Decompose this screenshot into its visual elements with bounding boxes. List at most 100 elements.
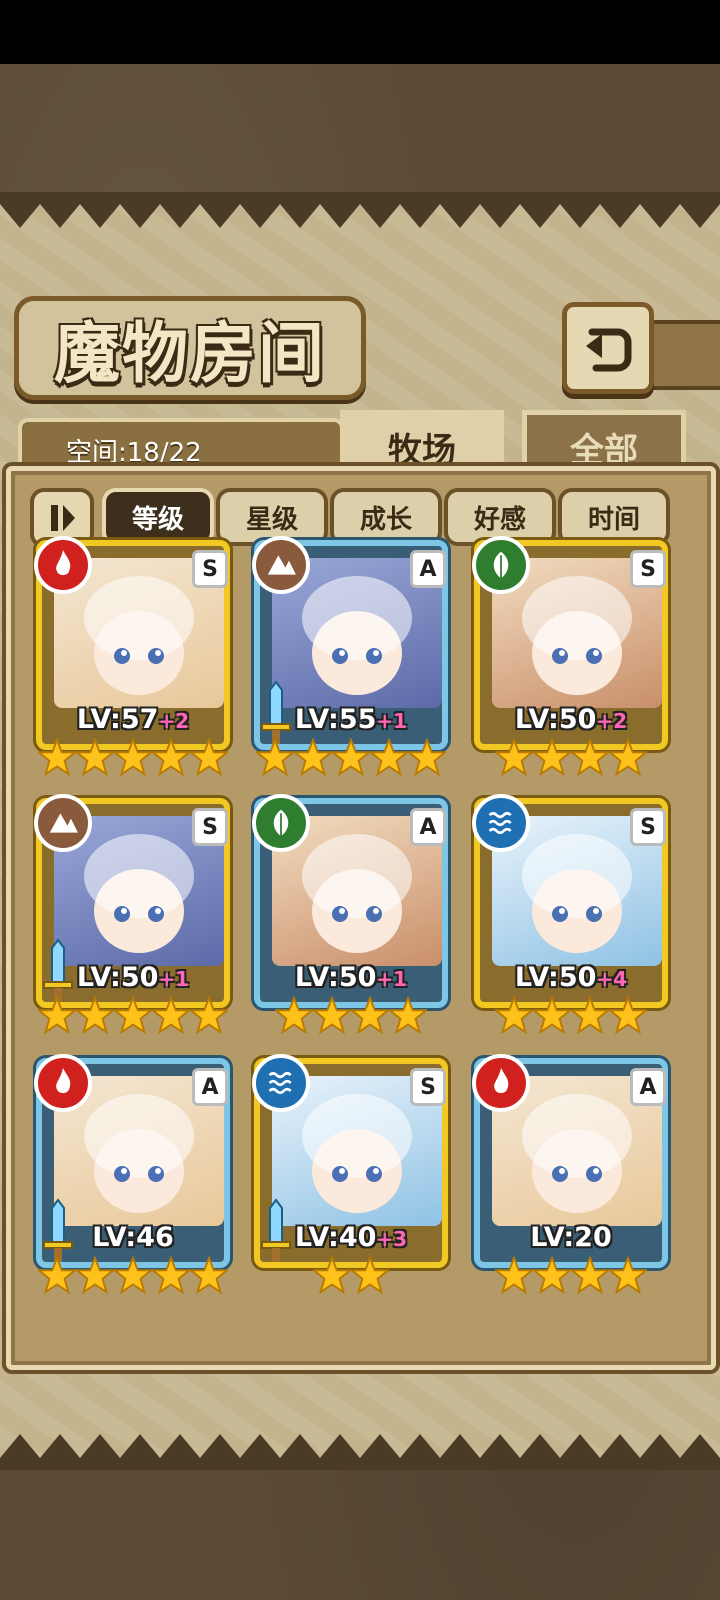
star-icon (254, 737, 296, 780)
level-bonus: +3 (376, 1227, 408, 1251)
star-icon (368, 737, 410, 780)
level-label: LV:46 (36, 1222, 230, 1253)
star-icon (349, 1255, 391, 1298)
star-icon (531, 1255, 573, 1298)
zigzag-top-border (0, 192, 720, 228)
star-icon (292, 737, 334, 780)
star-icon (311, 1255, 353, 1298)
title-banner: 魔物房间 (14, 296, 366, 400)
rank-badge: S (630, 550, 666, 588)
star-icon (330, 737, 372, 780)
level-bonus: +2 (158, 709, 190, 733)
star-icon (406, 737, 448, 780)
level-label: LV:50+1 (36, 962, 230, 993)
monster-card[interactable]: A LV:50+1 (252, 794, 456, 1038)
star-rating (254, 995, 448, 1038)
sort-bar: 等级 星级 成长 好感 时间 (30, 488, 690, 548)
page-title: 魔物房间 (54, 314, 326, 392)
monster-card[interactable]: S LV:50+1 (34, 794, 238, 1038)
level-label: LV:20 (474, 1222, 668, 1253)
zigzag-bottom-border (0, 1434, 720, 1470)
level-value: LV:40 (294, 1222, 377, 1253)
star-icon (311, 995, 353, 1038)
level-value: LV:46 (92, 1222, 174, 1253)
star-icon (112, 737, 154, 780)
sort-level-button[interactable]: 等级 (102, 488, 214, 546)
star-icon (74, 995, 116, 1038)
star-icon (74, 1255, 116, 1298)
sort-growth-button[interactable]: 成长 (330, 488, 442, 546)
sort-order-icon (51, 505, 75, 531)
star-icon (188, 1255, 230, 1298)
rank-badge: S (192, 808, 228, 846)
monster-card[interactable]: A LV:20 (472, 1054, 676, 1298)
level-label: LV:40+3 (254, 1222, 448, 1253)
star-rating (254, 737, 448, 780)
level-value: LV:57 (76, 704, 159, 735)
level-value: LV:50 (514, 962, 597, 993)
rank-badge: A (630, 1068, 666, 1106)
level-value: LV:50 (76, 962, 159, 993)
monster-card[interactable]: A LV:55+1 (252, 536, 456, 780)
rank-badge: S (192, 550, 228, 588)
sort-time-button[interactable]: 时间 (558, 488, 670, 546)
monster-card[interactable]: S LV:50+4 (472, 794, 676, 1038)
monster-card[interactable]: A LV:46 (34, 1054, 238, 1298)
star-icon (569, 737, 611, 780)
rank-badge: A (192, 1068, 228, 1106)
star-rating (254, 1255, 448, 1298)
rank-badge: A (410, 808, 446, 846)
level-value: LV:20 (530, 1222, 612, 1253)
star-icon (150, 737, 192, 780)
star-icon (188, 995, 230, 1038)
star-icon (387, 995, 429, 1038)
star-rating (36, 995, 230, 1038)
nature-element-icon (252, 794, 310, 852)
water-element-icon (472, 794, 530, 852)
level-bonus: +1 (158, 967, 190, 991)
fire-element-icon (472, 1054, 530, 1112)
level-bonus: +1 (376, 709, 408, 733)
rank-badge: S (410, 1068, 446, 1106)
star-icon (607, 995, 649, 1038)
rank-badge: A (410, 550, 446, 588)
monster-card[interactable]: S LV:57+2 (34, 536, 238, 780)
star-icon (531, 995, 573, 1038)
star-rating (36, 737, 230, 780)
level-label: LV:50+1 (254, 962, 448, 993)
star-icon (607, 737, 649, 780)
earth-element-icon (34, 794, 92, 852)
level-bonus: +1 (376, 967, 408, 991)
level-value: LV:50 (294, 962, 377, 993)
fire-element-icon (34, 536, 92, 594)
star-icon (112, 995, 154, 1038)
water-element-icon (252, 1054, 310, 1112)
star-rating (474, 737, 668, 780)
monster-card[interactable]: S LV:50+2 (472, 536, 676, 780)
star-icon (349, 995, 391, 1038)
star-icon (74, 737, 116, 780)
star-icon (493, 737, 535, 780)
capacity-text: 空间:18/22 (66, 438, 202, 468)
star-icon (36, 737, 78, 780)
earth-element-icon (252, 536, 310, 594)
star-rating (474, 995, 668, 1038)
star-icon (569, 1255, 611, 1298)
star-icon (36, 1255, 78, 1298)
star-icon (569, 995, 611, 1038)
level-value: LV:50 (514, 704, 597, 735)
fire-element-icon (34, 1054, 92, 1112)
nature-element-icon (472, 536, 530, 594)
level-label: LV:55+1 (254, 704, 448, 735)
star-icon (273, 995, 315, 1038)
level-label: LV:50+2 (474, 704, 668, 735)
star-icon (493, 1255, 535, 1298)
star-icon (531, 737, 573, 780)
back-arrow-icon (586, 328, 632, 372)
monster-card[interactable]: S LV:40+3 (252, 1054, 456, 1298)
back-button[interactable] (562, 302, 654, 394)
rank-badge: S (630, 808, 666, 846)
star-icon (493, 995, 535, 1038)
level-bonus: +4 (596, 967, 628, 991)
star-icon (607, 1255, 649, 1298)
